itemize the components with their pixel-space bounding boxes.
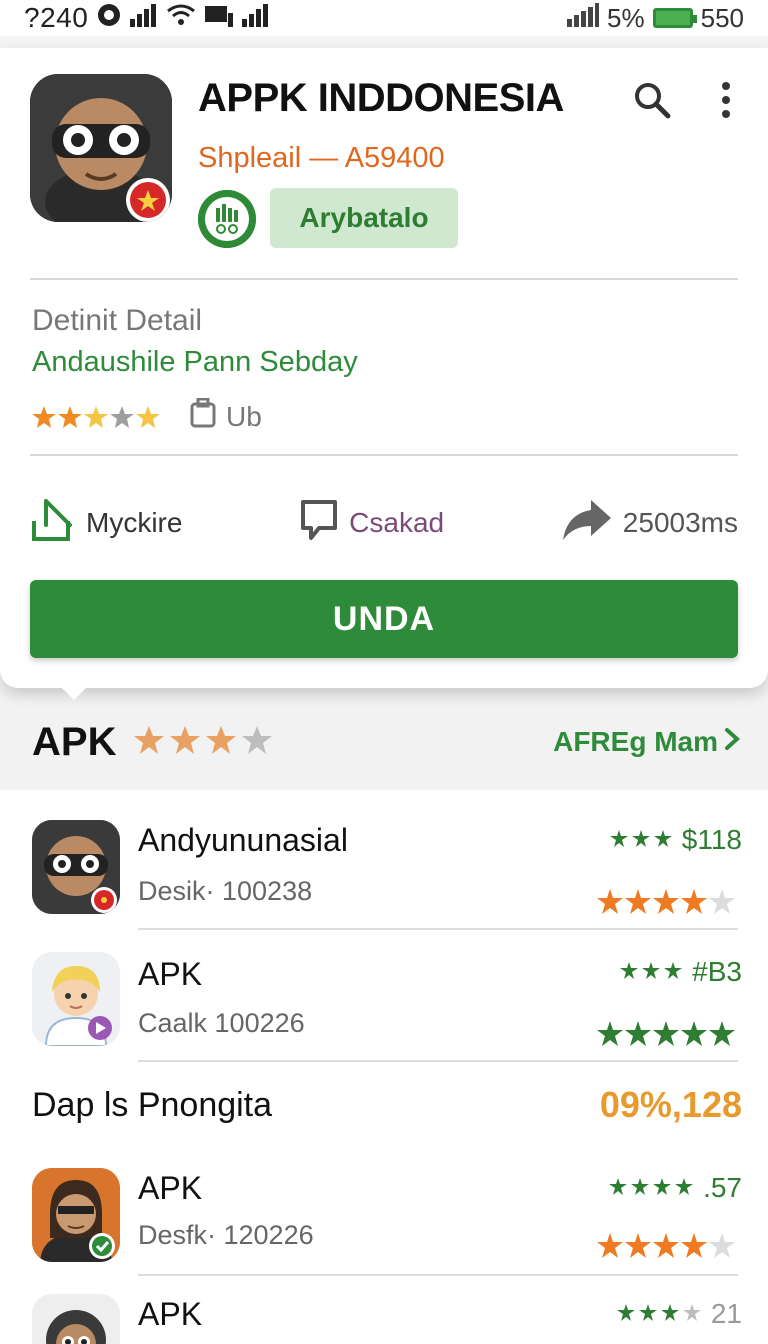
small-stars-icon: [609, 824, 676, 856]
list-item-title: APK: [138, 1296, 203, 1332]
search-icon[interactable]: [628, 76, 676, 124]
list-item-avatar: [32, 952, 120, 1046]
status-right: 5% 550: [567, 2, 744, 34]
list-item-meta-value: #B3: [692, 956, 742, 987]
signal-icon-2: [242, 3, 270, 34]
chevron-right-icon: [724, 726, 740, 758]
more-vert-icon[interactable]: [702, 76, 750, 124]
wifi-icon: [166, 3, 196, 34]
category-badge[interactable]: Arybatalo: [270, 188, 458, 248]
app-icon[interactable]: [30, 74, 172, 222]
divider: [138, 1060, 738, 1062]
divider: [138, 928, 738, 930]
rating-row: Ub: [32, 397, 262, 435]
promo-value: 09%,128: [599, 1084, 742, 1125]
signal-strength-icon: [567, 2, 600, 34]
size-label: Ub: [226, 400, 262, 432]
list-item-stars: [596, 1020, 740, 1048]
divider: [30, 278, 738, 280]
comment-icon: [299, 498, 339, 549]
promo-title[interactable]: Dap ls Pnongita: [32, 1086, 272, 1125]
list-item-title: APK: [138, 1170, 203, 1206]
battery-percent: 5%: [607, 2, 645, 33]
divider: [30, 454, 738, 456]
section-see-more-link[interactable]: AFREg Mam: [553, 726, 740, 758]
list-item-meta: #B3: [620, 956, 742, 988]
list-item-meta-value: 21: [710, 1298, 742, 1329]
list-item-meta: $118: [609, 824, 742, 856]
list-item-meta: .57: [609, 1172, 742, 1204]
app-subtitle[interactable]: Shpleail — A59400: [198, 142, 445, 175]
list-item-title: Andyununasial: [138, 822, 348, 858]
action-comment[interactable]: Csakad: [299, 498, 444, 549]
storage-icon: [190, 397, 216, 435]
status-left: ?240: [24, 2, 270, 35]
app-list: Andyununasial Desik· 100238 $118 APK Caa…: [0, 790, 768, 1344]
status-bar: ?240 5% 550: [0, 0, 768, 36]
action-share-label: 25003ms: [622, 507, 738, 538]
developer-badge-icon: [198, 190, 256, 248]
list-item-meta: 21: [616, 1298, 742, 1330]
cast-icon: [204, 3, 234, 34]
list-item-meta-value: .57: [703, 1172, 742, 1203]
app-title: APPK INDDONESIA: [198, 76, 564, 120]
detail-label: Detinit Detail: [32, 304, 203, 337]
small-stars-icon: [620, 956, 686, 988]
size-info: Ub: [190, 397, 262, 435]
list-item-stars: [596, 888, 740, 916]
action-share[interactable]: 25003ms: [561, 498, 738, 549]
divider: [138, 1274, 738, 1276]
section-header: APK AFREg Mam: [0, 690, 768, 790]
detail-link[interactable]: Andaushile Pann Sebday: [32, 346, 358, 379]
list-item-title: APK: [138, 956, 203, 992]
download-icon: [30, 497, 76, 550]
install-button[interactable]: UNDA: [30, 580, 738, 658]
list-item-subtitle: Desik· 100238: [138, 876, 313, 906]
list-item-subtitle: Desfk· 120226: [138, 1220, 314, 1250]
battery-icon: [652, 8, 697, 28]
list-item-avatar: [32, 1294, 120, 1344]
status-time: ?240: [24, 2, 89, 33]
rating-stars: [32, 404, 162, 430]
signal-icon: [130, 3, 158, 34]
small-stars-icon: [609, 1172, 697, 1204]
action-download-label: Myckire: [86, 507, 183, 538]
list-item-avatar: [32, 820, 120, 914]
app-detail-card: APPK INDDONESIA Shpleail — A59400 Arybat…: [0, 48, 768, 688]
section-rating-stars: [134, 724, 276, 756]
action-download[interactable]: Myckire: [30, 497, 182, 550]
list-item-subtitle: Caalk 100226: [138, 1008, 305, 1038]
action-row: Myckire Csakad 25003ms: [30, 488, 738, 558]
section-link-label: AFREg Mam: [553, 726, 718, 757]
list-item-avatar: [32, 1168, 120, 1262]
share-icon: [561, 498, 613, 549]
small-stars-icon: [616, 1298, 705, 1330]
card-pointer: [58, 684, 90, 700]
action-comment-label: Csakad: [349, 507, 445, 538]
section-title: APK: [32, 720, 117, 764]
list-item-meta-value: $118: [681, 824, 742, 855]
list-item-stars: [596, 1232, 740, 1260]
status-number: 550: [700, 2, 744, 33]
notification-icon: [96, 2, 122, 35]
